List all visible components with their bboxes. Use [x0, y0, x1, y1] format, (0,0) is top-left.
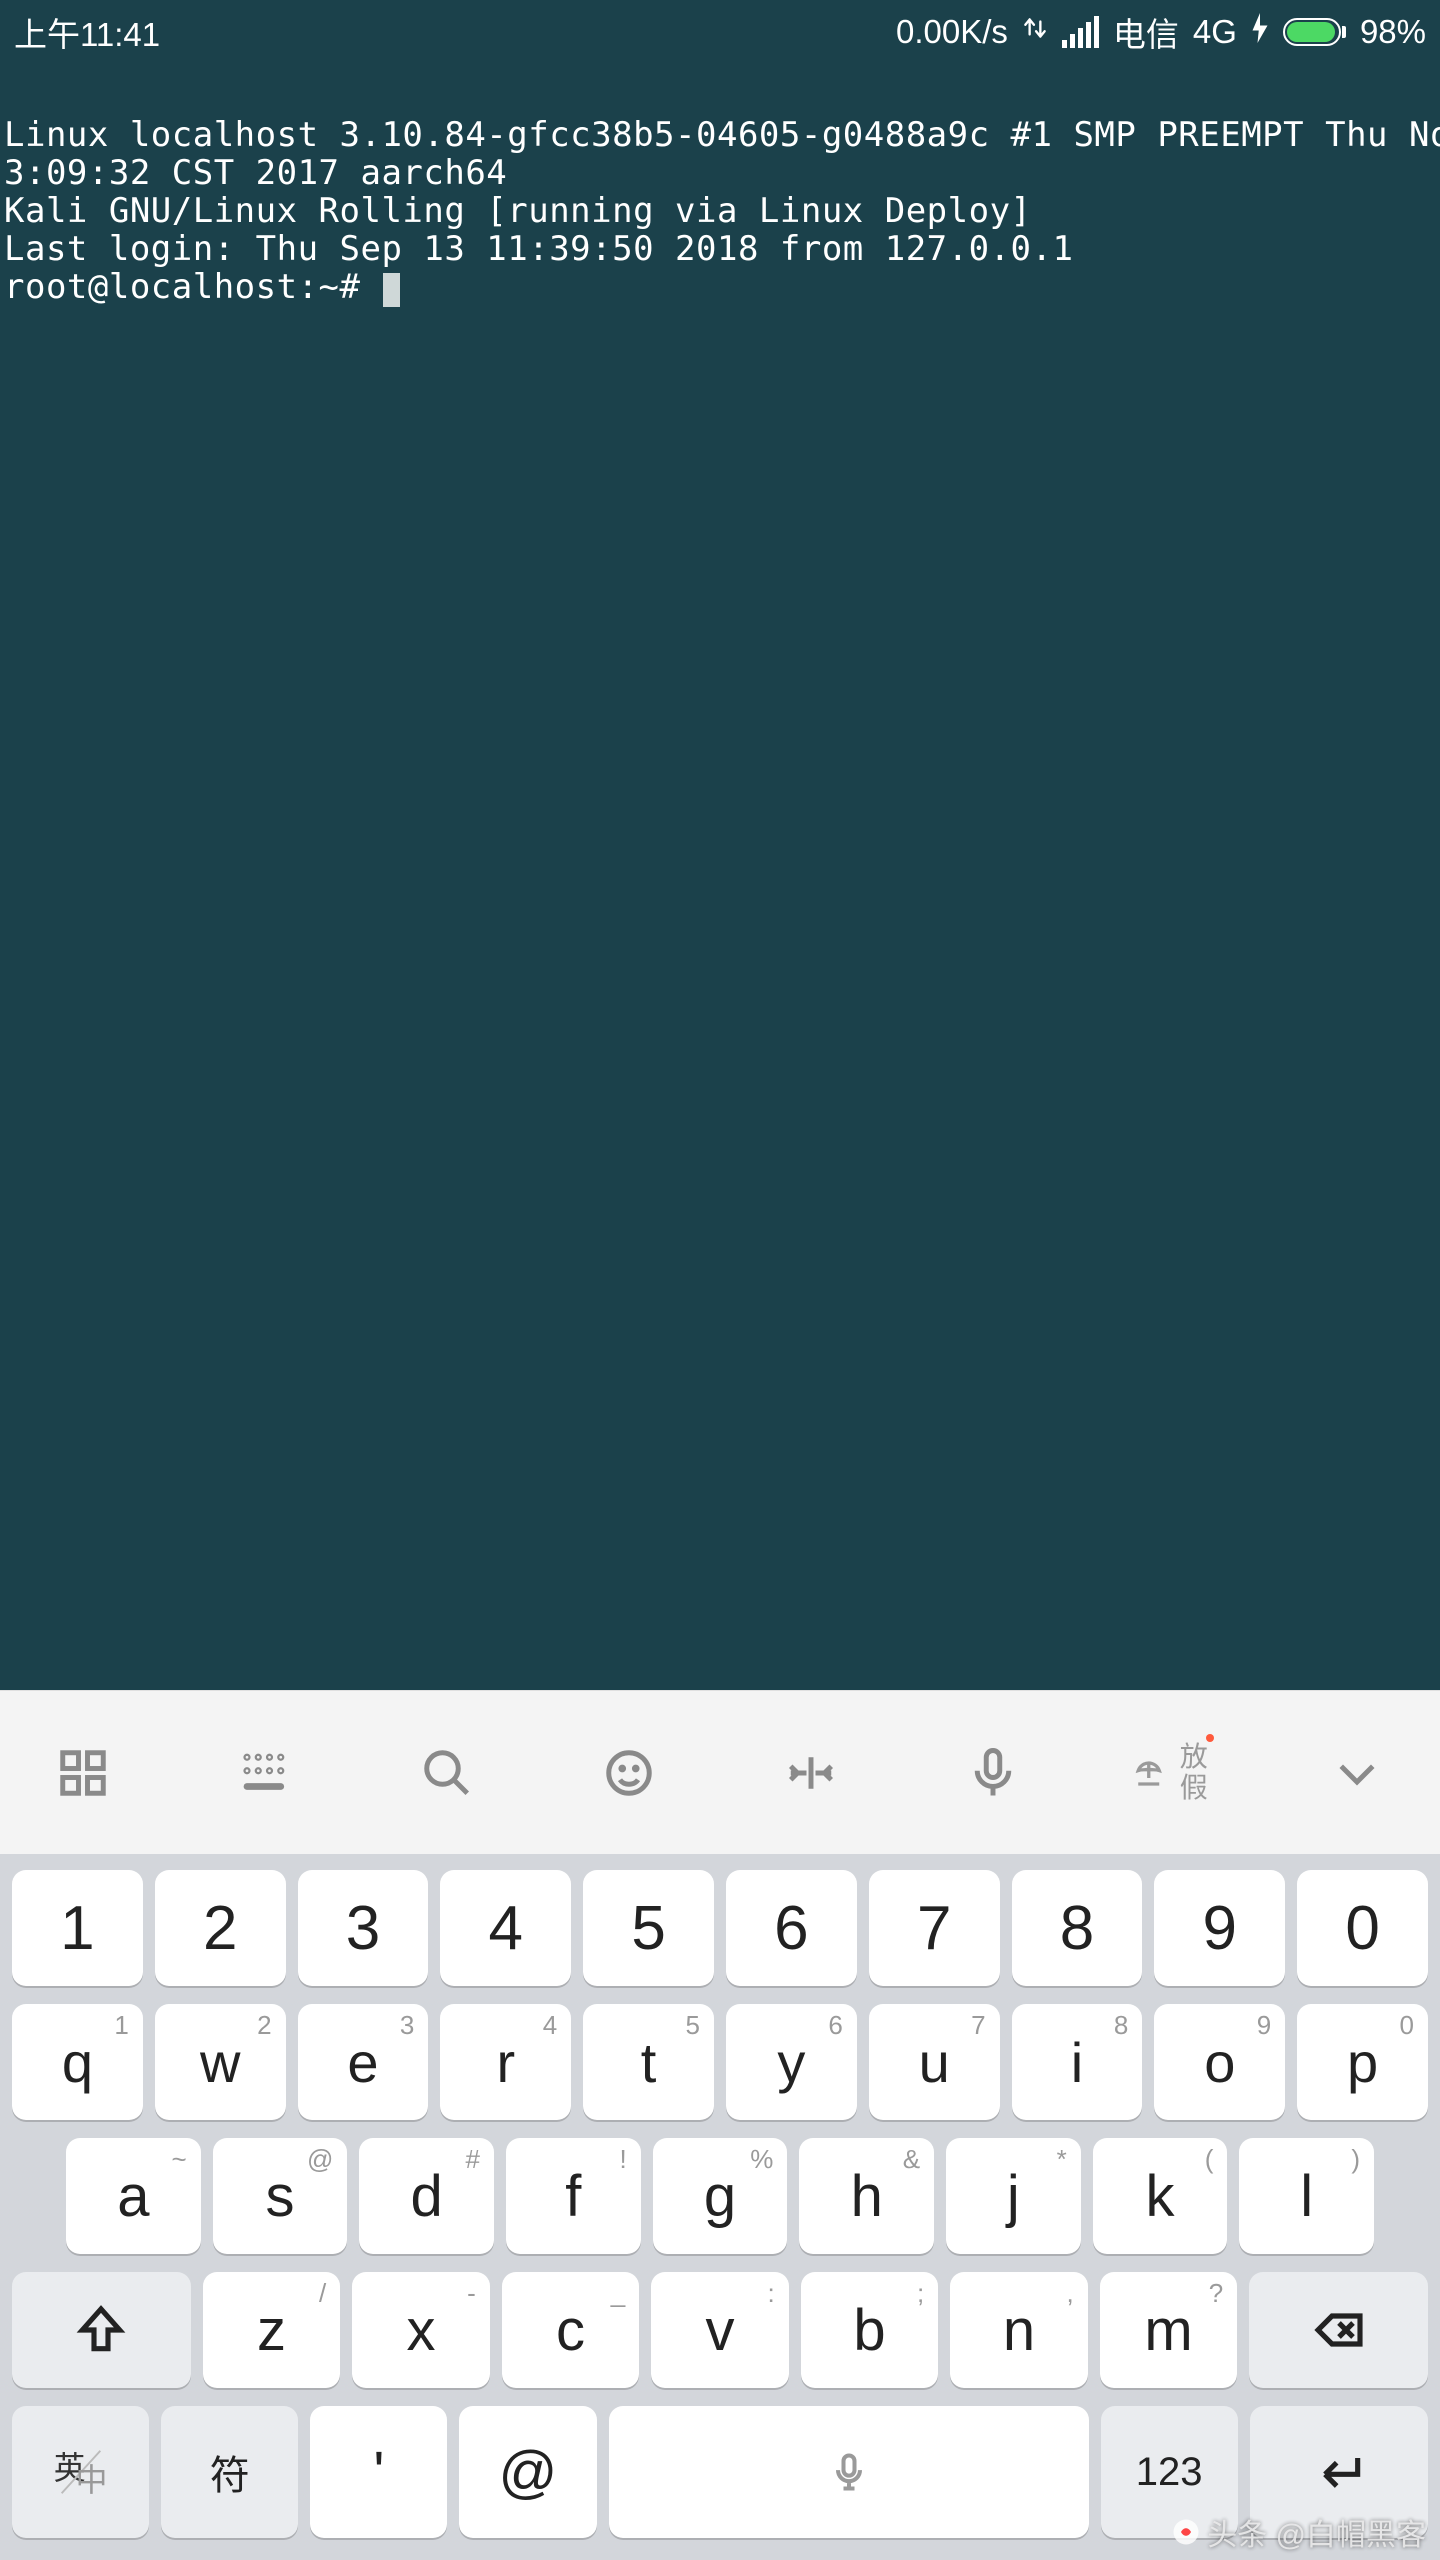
status-carrier: 电信 — [1113, 8, 1179, 56]
key-d[interactable]: #d — [359, 2138, 494, 2254]
key-i[interactable]: 8i — [1012, 2004, 1143, 2120]
terminal-line: Linux localhost 3.10.84-gfcc38b5-04605-g… — [4, 115, 1440, 155]
ime-cursor-move-icon[interactable] — [766, 1728, 856, 1818]
key-r[interactable]: 4r — [440, 2004, 571, 2120]
key-3[interactable]: 3 — [298, 1870, 429, 1986]
key-2[interactable]: 2 — [155, 1870, 286, 1986]
key-y[interactable]: 6y — [726, 2004, 857, 2120]
key-5[interactable]: 5 — [583, 1870, 714, 1986]
key-n[interactable]: ,n — [950, 2272, 1088, 2388]
ime-emoji-icon[interactable] — [584, 1728, 674, 1818]
key-g[interactable]: %g — [653, 2138, 788, 2254]
key-8[interactable]: 8 — [1012, 1870, 1143, 1986]
key-e[interactable]: 3e — [298, 2004, 429, 2120]
key-c[interactable]: _c — [502, 2272, 640, 2388]
ime-voice-icon[interactable] — [948, 1728, 1038, 1818]
key-p[interactable]: 0p — [1297, 2004, 1428, 2120]
key-h[interactable]: &h — [799, 2138, 934, 2254]
terminal-line: Kali GNU/Linux Rolling [running via Linu… — [4, 191, 1032, 231]
key-a[interactable]: ~a — [66, 2138, 201, 2254]
key-x[interactable]: -x — [352, 2272, 490, 2388]
updown-icon — [1022, 13, 1048, 51]
key-k[interactable]: (k — [1093, 2138, 1228, 2254]
ime-keyboard-icon[interactable] — [220, 1728, 310, 1818]
key-z[interactable]: /z — [203, 2272, 341, 2388]
key-0[interactable]: 0 — [1297, 1870, 1428, 1986]
key-language-toggle[interactable]: 英 中 — [12, 2406, 149, 2538]
notification-dot-icon — [1206, 1734, 1214, 1742]
key-comma[interactable]: ' — [310, 2406, 447, 2538]
ime-collapse-icon[interactable] — [1312, 1728, 1402, 1818]
key-s[interactable]: @s — [213, 2138, 348, 2254]
key-f[interactable]: !f — [506, 2138, 641, 2254]
key-u[interactable]: 7u — [869, 2004, 1000, 2120]
key-1[interactable]: 1 — [12, 1870, 143, 1986]
key-space[interactable] — [609, 2406, 1089, 2538]
key-w[interactable]: 2w — [155, 2004, 286, 2120]
terminal-prompt: root@localhost:~# — [4, 267, 400, 307]
key-v[interactable]: :v — [651, 2272, 789, 2388]
key-l[interactable]: )l — [1239, 2138, 1374, 2254]
key-6[interactable]: 6 — [726, 1870, 857, 1986]
status-battery-pct: 98% — [1360, 13, 1426, 51]
status-net-speed: 0.00K/s — [896, 13, 1008, 51]
status-time: 上午11:41 — [14, 8, 160, 56]
status-bar: 上午11:41 0.00K/s 电信 4G 98% — [0, 0, 1440, 64]
battery-icon — [1283, 18, 1346, 46]
terminal-line: 3:09:32 CST 2017 aarch64 — [4, 153, 507, 193]
terminal-line: Last login: Thu Sep 13 11:39:50 2018 fro… — [4, 229, 1073, 269]
status-network: 4G — [1193, 13, 1237, 51]
key-backspace[interactable] — [1249, 2272, 1428, 2388]
soft-keyboard: 1 2 3 4 5 6 7 8 9 0 1q 2w 3e 4r 5t 6y 7u… — [0, 1854, 1440, 2560]
cursor-icon — [383, 273, 400, 307]
key-at[interactable]: @ — [459, 2406, 596, 2538]
key-j[interactable]: *j — [946, 2138, 1081, 2254]
key-7[interactable]: 7 — [869, 1870, 1000, 1986]
ime-grid-icon[interactable] — [38, 1728, 128, 1818]
key-symbols[interactable]: 符 — [161, 2406, 298, 2538]
key-b[interactable]: ;b — [801, 2272, 939, 2388]
charging-icon — [1251, 13, 1269, 51]
terminal-output[interactable]: Linux localhost 3.10.84-gfcc38b5-04605-g… — [0, 64, 1440, 1690]
key-m[interactable]: ?m — [1100, 2272, 1238, 2388]
ime-toolbar: 放假 — [0, 1690, 1440, 1854]
ime-holiday-button[interactable]: 放假 — [1130, 1728, 1220, 1818]
signal-icon — [1062, 16, 1099, 48]
key-q[interactable]: 1q — [12, 2004, 143, 2120]
key-4[interactable]: 4 — [440, 1870, 571, 1986]
key-t[interactable]: 5t — [583, 2004, 714, 2120]
ime-search-icon[interactable] — [402, 1728, 492, 1818]
watermark: 头条 @白帽黑客 — [1171, 2510, 1426, 2554]
key-9[interactable]: 9 — [1154, 1870, 1285, 1986]
key-o[interactable]: 9o — [1154, 2004, 1285, 2120]
key-shift[interactable] — [12, 2272, 191, 2388]
